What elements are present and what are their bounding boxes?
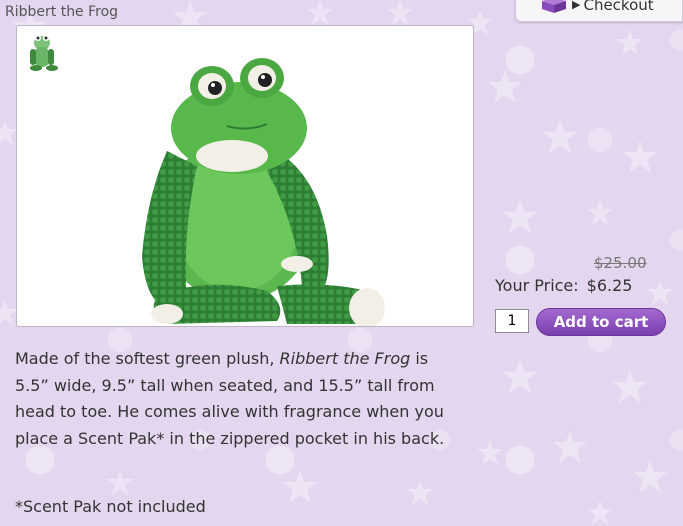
product-title: Ribbert the Frog <box>5 4 119 20</box>
gift-box-icon <box>542 0 566 13</box>
price-row: Your Price: $6.25 <box>495 276 632 295</box>
frog-plush-image <box>142 58 385 326</box>
checkout-button[interactable]: ▶ Checkout <box>515 0 683 22</box>
price-value: $6.25 <box>586 276 633 295</box>
checkout-label: Checkout <box>583 0 654 14</box>
description-product-name: Ribbert the Frog <box>279 349 411 368</box>
product-photo-frame <box>16 25 474 327</box>
add-to-cart-button[interactable]: Add to cart <box>536 308 666 336</box>
price-label: Your Price: <box>495 276 579 295</box>
quantity-input[interactable] <box>495 309 529 333</box>
scent-pak-note: *Scent Pak not included <box>15 497 206 516</box>
triangle-right-icon: ▶ <box>572 0 581 11</box>
product-description: Made of the softest green plush, Ribbert… <box>15 346 465 452</box>
original-price: $25.00 <box>594 254 647 272</box>
description-text-1: Made of the softest green plush, <box>15 349 280 368</box>
product-thumbnail[interactable] <box>24 31 61 73</box>
